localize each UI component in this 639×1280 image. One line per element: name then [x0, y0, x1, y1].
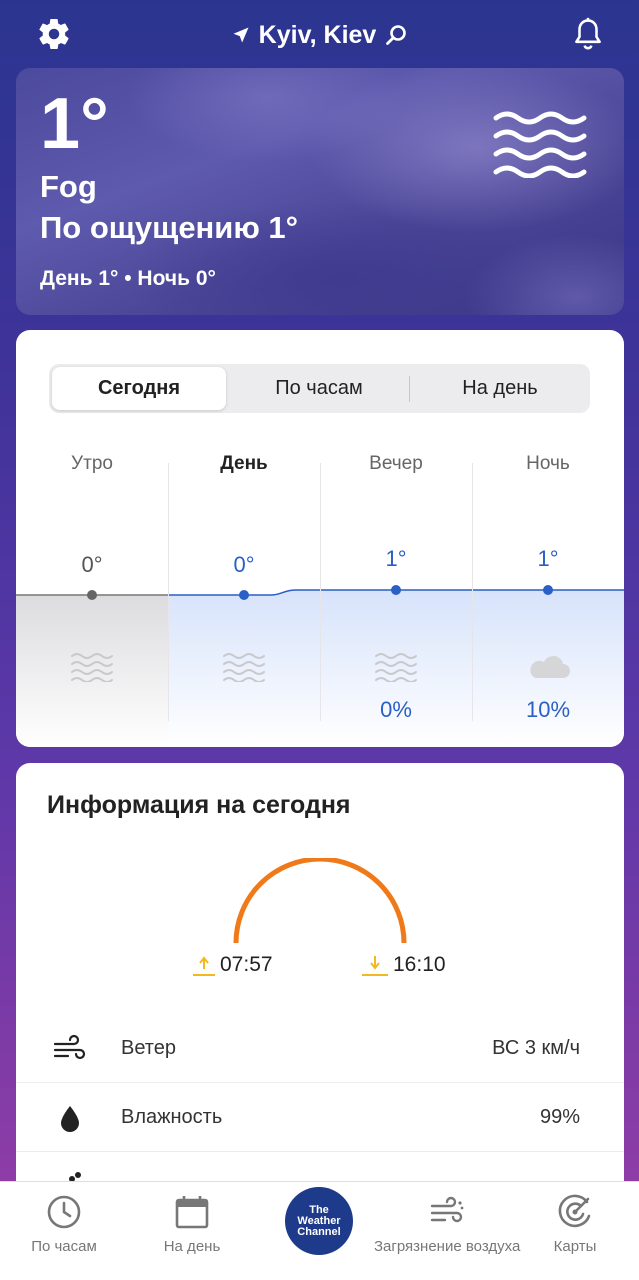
tab-maps-nav[interactable]: Карты — [520, 1182, 630, 1280]
detail-label: Влажность — [121, 1106, 223, 1128]
wind-icon — [53, 1034, 86, 1059]
section-title: Информация на сегодня — [47, 791, 351, 819]
forecast-segmented-control: Сегодня По часам На день — [49, 364, 590, 413]
tab-label: По часам — [31, 1238, 97, 1255]
period-evening[interactable]: Вечер 1° 0% — [320, 445, 472, 747]
twc-logo-text: The Weather Channel — [297, 1203, 341, 1238]
detail-row-humidity[interactable]: Влажность 99% — [16, 1084, 624, 1152]
sunrise: 07:57 — [192, 953, 273, 977]
fog-icon — [223, 653, 265, 682]
feels-like: По ощущению 1° — [40, 210, 299, 245]
location-arrow-icon — [233, 27, 249, 43]
tab-daily-nav[interactable]: На день — [128, 1182, 256, 1280]
clock-icon — [47, 1195, 81, 1229]
radar-icon — [558, 1194, 591, 1228]
detail-label: Ветер — [121, 1037, 176, 1059]
tab-daily[interactable]: На день — [410, 364, 590, 413]
notifications-bell-icon[interactable] — [571, 15, 605, 53]
period-precip: 10% — [525, 697, 571, 722]
period-temp: 0° — [81, 552, 103, 577]
period-temp: 1° — [385, 546, 407, 571]
fog-icon — [493, 111, 587, 178]
period-temp: 0° — [233, 552, 255, 577]
location-selector[interactable]: Kyiv, Kiev — [231, 21, 409, 50]
period-night[interactable]: Ночь 1° 10% — [472, 445, 624, 747]
tab-air-quality-nav[interactable]: Загрязнение воздуха — [374, 1182, 520, 1280]
sunset-time: 16:10 — [393, 953, 446, 976]
humidity-drop-icon — [61, 1105, 79, 1132]
tab-today[interactable]: Сегодня — [52, 367, 226, 410]
tab-label: Карты — [553, 1238, 597, 1255]
bottom-tab-bar: По часам На день The Weather Channel Заг… — [0, 1181, 639, 1280]
current-conditions-card[interactable]: 1° Fog По ощущению 1° День 1° • Ночь 0° — [16, 68, 624, 315]
period-temp: 1° — [537, 546, 559, 571]
detail-value: ВС 3 км/ч — [492, 1037, 580, 1059]
period-label: Утро — [71, 453, 113, 474]
current-temperature: 1° — [40, 84, 109, 164]
period-morning[interactable]: Утро 0° — [16, 445, 168, 747]
forecast-periods: Утро 0° День 0° Вечер 1° 0% Ночь 1° 10% — [16, 445, 624, 747]
detail-row-wind[interactable]: Ветер ВС 3 км/ч — [16, 1015, 624, 1083]
sun-arc — [233, 858, 407, 944]
search-icon[interactable] — [384, 23, 408, 47]
period-label: Ночь — [526, 453, 570, 474]
period-label: День — [220, 453, 268, 474]
fog-icon — [375, 653, 417, 682]
tab-label: На день — [163, 1238, 221, 1255]
day-night-temps: День 1° • Ночь 0° — [40, 267, 216, 290]
calendar-icon — [175, 1196, 209, 1229]
air-quality-icon — [430, 1196, 464, 1223]
location-name: Kyiv, Kiev — [258, 20, 377, 49]
partial-row-icon — [69, 1172, 81, 1181]
sunrise-time: 07:57 — [220, 953, 273, 976]
period-label: Вечер — [369, 453, 423, 474]
twc-logo-button[interactable]: The Weather Channel — [285, 1187, 353, 1255]
top-bar: Kyiv, Kiev — [0, 0, 639, 68]
tab-label: Загрязнение воздуха — [374, 1238, 521, 1255]
period-precip: 0% — [380, 697, 412, 722]
current-condition: Fog — [40, 169, 97, 204]
sunset-icon — [362, 956, 388, 976]
tab-hourly[interactable]: По часам — [229, 364, 409, 413]
sunrise-icon — [193, 956, 215, 976]
settings-gear-icon[interactable] — [36, 16, 72, 52]
period-day[interactable]: День 0° — [168, 445, 320, 747]
cloud-icon — [530, 655, 570, 678]
tab-hourly-nav[interactable]: По часам — [0, 1182, 128, 1280]
detail-value: 99% — [539, 1106, 580, 1128]
fog-icon — [71, 653, 113, 682]
sunset: 16:10 — [361, 953, 446, 977]
today-forecast-card: Сегодня По часам На день Утро 0° День 0°… — [16, 330, 624, 747]
